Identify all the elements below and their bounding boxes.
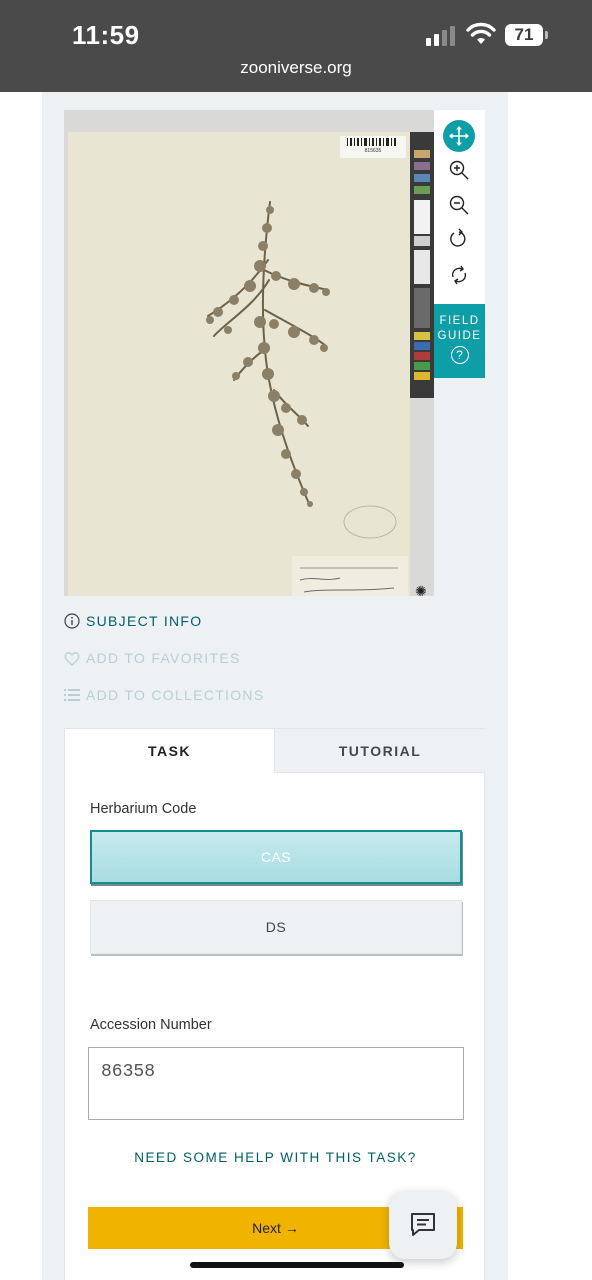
zoom-out-icon[interactable] — [442, 188, 476, 222]
home-indicator — [190, 1262, 404, 1268]
help-circle-icon: ? — [450, 346, 469, 364]
field-guide-label: FIELD GUIDE — [437, 315, 482, 342]
loading-icon: ✺ — [415, 583, 427, 599]
move-icon[interactable] — [442, 119, 476, 153]
chat-icon — [411, 1213, 435, 1236]
field-guide-button[interactable]: FIELD GUIDE ? — [434, 304, 485, 378]
heart-icon — [64, 651, 80, 666]
add-to-collections-link[interactable]: ADD TO COLLECTIONS — [64, 687, 264, 703]
choice-ds-button[interactable]: DS — [90, 900, 462, 954]
rotate-icon[interactable] — [442, 222, 476, 256]
accession-number-input[interactable]: 86358 — [88, 1047, 464, 1120]
status-bar: 11:59 71 zooniverse.org — [0, 0, 592, 92]
subject-info-label: SUBJECT INFO — [86, 613, 203, 629]
url-bar[interactable]: zooniverse.org — [0, 58, 592, 78]
battery-indicator: 71 — [505, 24, 543, 46]
add-to-collections-label: ADD TO COLLECTIONS — [86, 687, 265, 703]
battery-nub — [545, 31, 548, 39]
clock: 11:59 — [72, 20, 140, 50]
list-icon — [64, 689, 80, 701]
add-to-favorites-label: ADD TO FAVORITES — [86, 650, 241, 666]
specimen-image[interactable]: 815635 — [64, 110, 434, 596]
tab-tutorial[interactable]: TUTORIAL — [274, 729, 485, 773]
accession-number-question: Accession Number — [90, 1017, 212, 1033]
subject-info-link[interactable]: SUBJECT INFO — [64, 613, 202, 629]
svg-text:815635: 815635 — [365, 148, 382, 154]
subject-viewer[interactable]: 815635 — [64, 110, 434, 596]
tab-task[interactable]: TASK — [65, 729, 274, 773]
task-help-link[interactable]: NEED SOME HELP WITH THIS TASK? — [65, 1150, 486, 1165]
info-icon — [64, 613, 80, 629]
add-to-favorites-link[interactable]: ADD TO FAVORITES — [64, 650, 241, 666]
choice-cas-button[interactable]: CAS — [90, 830, 462, 884]
chat-button[interactable] — [389, 1191, 457, 1259]
wifi-icon — [466, 22, 496, 44]
herbarium-code-question: Herbarium Code — [90, 801, 197, 817]
cellular-signal-icon — [426, 26, 458, 46]
reset-icon[interactable] — [442, 258, 476, 292]
zoom-in-icon[interactable] — [442, 153, 476, 187]
